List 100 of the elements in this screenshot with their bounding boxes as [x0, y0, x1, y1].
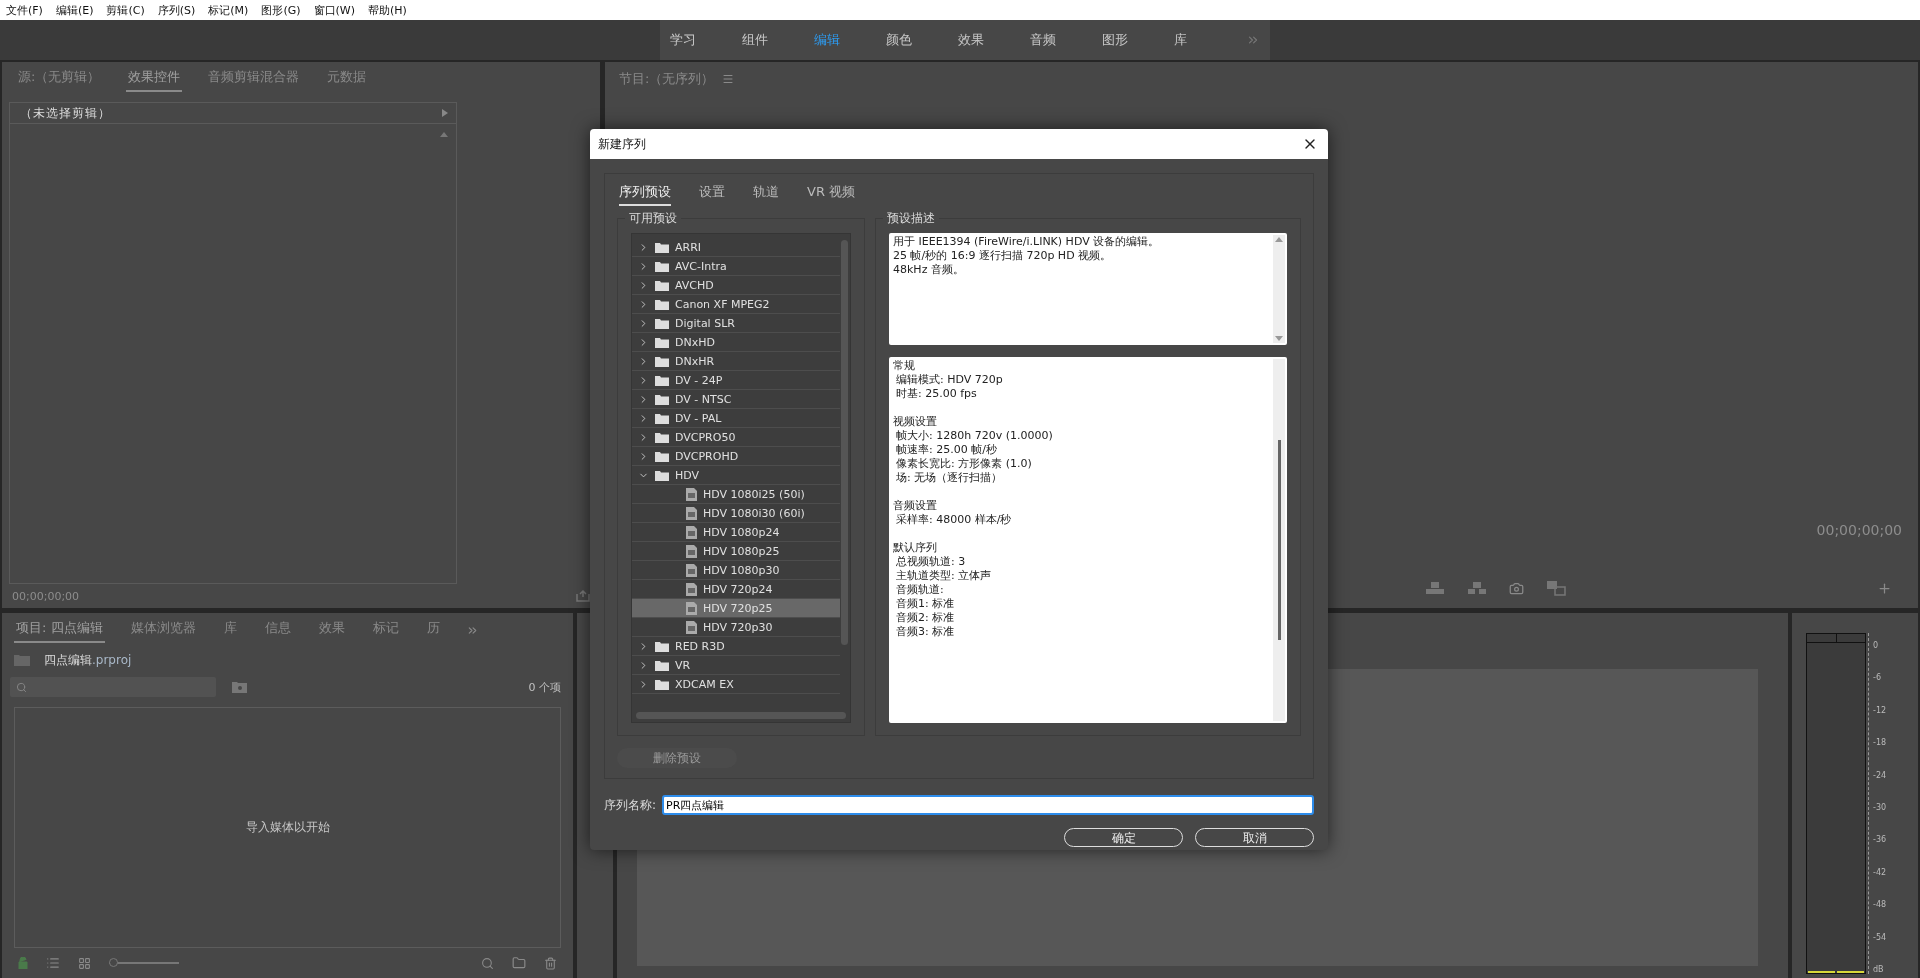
workspace-tab[interactable]: 效果	[958, 31, 1030, 49]
preset-row[interactable]: HDV 1080p25	[632, 542, 840, 561]
new-bin-from-search-icon[interactable]	[232, 681, 247, 693]
search-field[interactable]	[10, 677, 216, 697]
camera-icon[interactable]	[1509, 580, 1524, 596]
compare-view-icon[interactable]	[1546, 580, 1566, 596]
slider-thumb[interactable]	[109, 958, 118, 967]
preset-file-icon	[686, 601, 697, 615]
preset-row[interactable]: AVC-Intra	[632, 257, 840, 276]
folder-icon	[655, 469, 669, 481]
preset-row[interactable]: DVCPRO50	[632, 428, 840, 447]
preset-row[interactable]: DV - NTSC	[632, 390, 840, 409]
dialog-tab[interactable]: 序列预设	[619, 180, 671, 206]
preset-label: HDV	[675, 468, 700, 482]
preset-row[interactable]: RED R3D	[632, 637, 840, 656]
search-icon[interactable]	[481, 956, 494, 970]
workspace-tab[interactable]: 颜色	[886, 31, 958, 49]
meter-scale-label: -48	[1872, 900, 1887, 910]
preset-label: AVCHD	[675, 278, 714, 292]
preset-file-icon	[686, 506, 697, 520]
extract-icon[interactable]	[1467, 581, 1487, 595]
scroll-down-icon[interactable]	[1275, 336, 1283, 341]
preset-label: HDV 1080p30	[703, 563, 780, 577]
preset-file-icon	[686, 620, 697, 634]
panel-menu-icon[interactable]	[722, 73, 735, 85]
preset-row[interactable]: DV - 24P	[632, 371, 840, 390]
preset-row[interactable]: HDV 1080p30	[632, 561, 840, 580]
menu-item[interactable]: 文件(F)	[6, 2, 43, 18]
preset-label: RED R3D	[675, 639, 725, 653]
preset-label: HDV 720p30	[703, 620, 773, 634]
vertical-scrollbar[interactable]	[841, 240, 848, 645]
new-bin-icon[interactable]	[512, 956, 526, 970]
preset-row[interactable]: DVCPROHD	[632, 447, 840, 466]
scroll-up-icon[interactable]	[1275, 237, 1283, 242]
preset-row[interactable]: ARRI	[632, 238, 840, 257]
workspace-tab[interactable]: 组件	[742, 31, 814, 49]
folder-icon	[655, 374, 669, 386]
preset-label: VR	[675, 658, 691, 672]
preset-row[interactable]: HDV 720p30	[632, 618, 840, 637]
preset-label: XDCAM EX	[675, 677, 734, 691]
meter-scale-label: -30	[1872, 802, 1887, 812]
dialog-tab[interactable]: 设置	[699, 180, 725, 206]
panel-tab[interactable]: 效果控件	[126, 66, 183, 92]
preset-row[interactable]: AVCHD	[632, 276, 840, 295]
lock-icon[interactable]	[18, 957, 28, 969]
details-line: 采样率: 48000 样本/秒	[895, 513, 1013, 527]
panel-tab[interactable]: 项目: 四点编辑	[14, 617, 105, 643]
dialog-tab[interactable]: 轨道	[753, 180, 779, 206]
preset-row[interactable]: HDV 1080p24	[632, 523, 840, 542]
add-button-icon[interactable]	[1877, 580, 1892, 596]
preset-row[interactable]: Canon XF MPEG2	[632, 295, 840, 314]
workspace-tab[interactable]: 库	[1174, 31, 1246, 49]
menu-item[interactable]: 窗口(W)	[313, 2, 355, 18]
workspace-tab[interactable]: 音频	[1030, 31, 1102, 49]
preset-row[interactable]: HDV	[632, 466, 840, 485]
preset-file-icon	[686, 525, 697, 539]
folder-icon	[655, 412, 669, 424]
dialog-tab[interactable]: VR 视频	[807, 180, 856, 206]
preset-row[interactable]: XDCAM EX	[632, 675, 840, 694]
export-frame-icon[interactable]	[576, 590, 590, 602]
sequence-name-field[interactable]: PR四点编辑	[662, 795, 1314, 815]
preset-label: HDV 1080p25	[703, 544, 780, 558]
scroll-up-icon[interactable]	[440, 132, 448, 137]
delete-icon[interactable]	[544, 956, 557, 970]
details-line: 主轨道类型: 立体声	[895, 569, 993, 583]
preset-label: DV - PAL	[675, 411, 722, 425]
meter-scale-label: -24	[1872, 770, 1887, 780]
preset-row[interactable]: HDV 1080i25 (50i)	[632, 485, 840, 504]
menu-item[interactable]: 图形(G)	[261, 2, 301, 18]
parent-folder-icon[interactable]	[14, 654, 30, 666]
preset-row[interactable]: VR	[632, 656, 840, 675]
menu-item[interactable]: 序列(S)	[157, 2, 196, 18]
preset-label: DVCPROHD	[675, 449, 739, 463]
menu-item[interactable]: 剪辑(C)	[106, 2, 145, 18]
more-workspaces-icon[interactable]	[1246, 33, 1260, 47]
preset-label: DNxHD	[675, 335, 715, 349]
preset-row[interactable]: Digital SLR	[632, 314, 840, 333]
workspace-tab[interactable]: 学习	[670, 31, 742, 49]
icon-view-icon[interactable]	[78, 956, 91, 970]
workspace-tab[interactable]: 图形	[1102, 31, 1174, 49]
preset-row[interactable]: HDV 1080i30 (60i)	[632, 504, 840, 523]
lift-icon[interactable]	[1425, 581, 1445, 595]
media-drop-area[interactable]: 导入媒体以开始	[14, 707, 561, 948]
zoom-slider[interactable]	[109, 958, 179, 968]
meter-scale-label: -12	[1872, 705, 1887, 715]
preset-label: HDV 720p25	[703, 601, 773, 615]
preset-row[interactable]: DV - PAL	[632, 409, 840, 428]
folder-icon	[655, 279, 669, 291]
preset-row[interactable]: DNxHR	[632, 352, 840, 371]
menu-item[interactable]: 标记(M)	[208, 2, 249, 18]
list-view-icon[interactable]	[46, 956, 60, 970]
scrollbar-thumb[interactable]	[1277, 440, 1281, 640]
group-label: 预设描述	[883, 210, 939, 227]
horizontal-scrollbar[interactable]	[636, 712, 846, 719]
preset-row[interactable]: DNxHD	[632, 333, 840, 352]
menu-item[interactable]: 编辑(E)	[55, 2, 94, 18]
clip-header: （未选择剪辑）	[20, 104, 111, 122]
play-triangle-icon[interactable]	[442, 109, 448, 117]
menu-item[interactable]: 帮助(H)	[367, 2, 407, 18]
preset-row[interactable]: HDV 720p25	[632, 599, 840, 618]
